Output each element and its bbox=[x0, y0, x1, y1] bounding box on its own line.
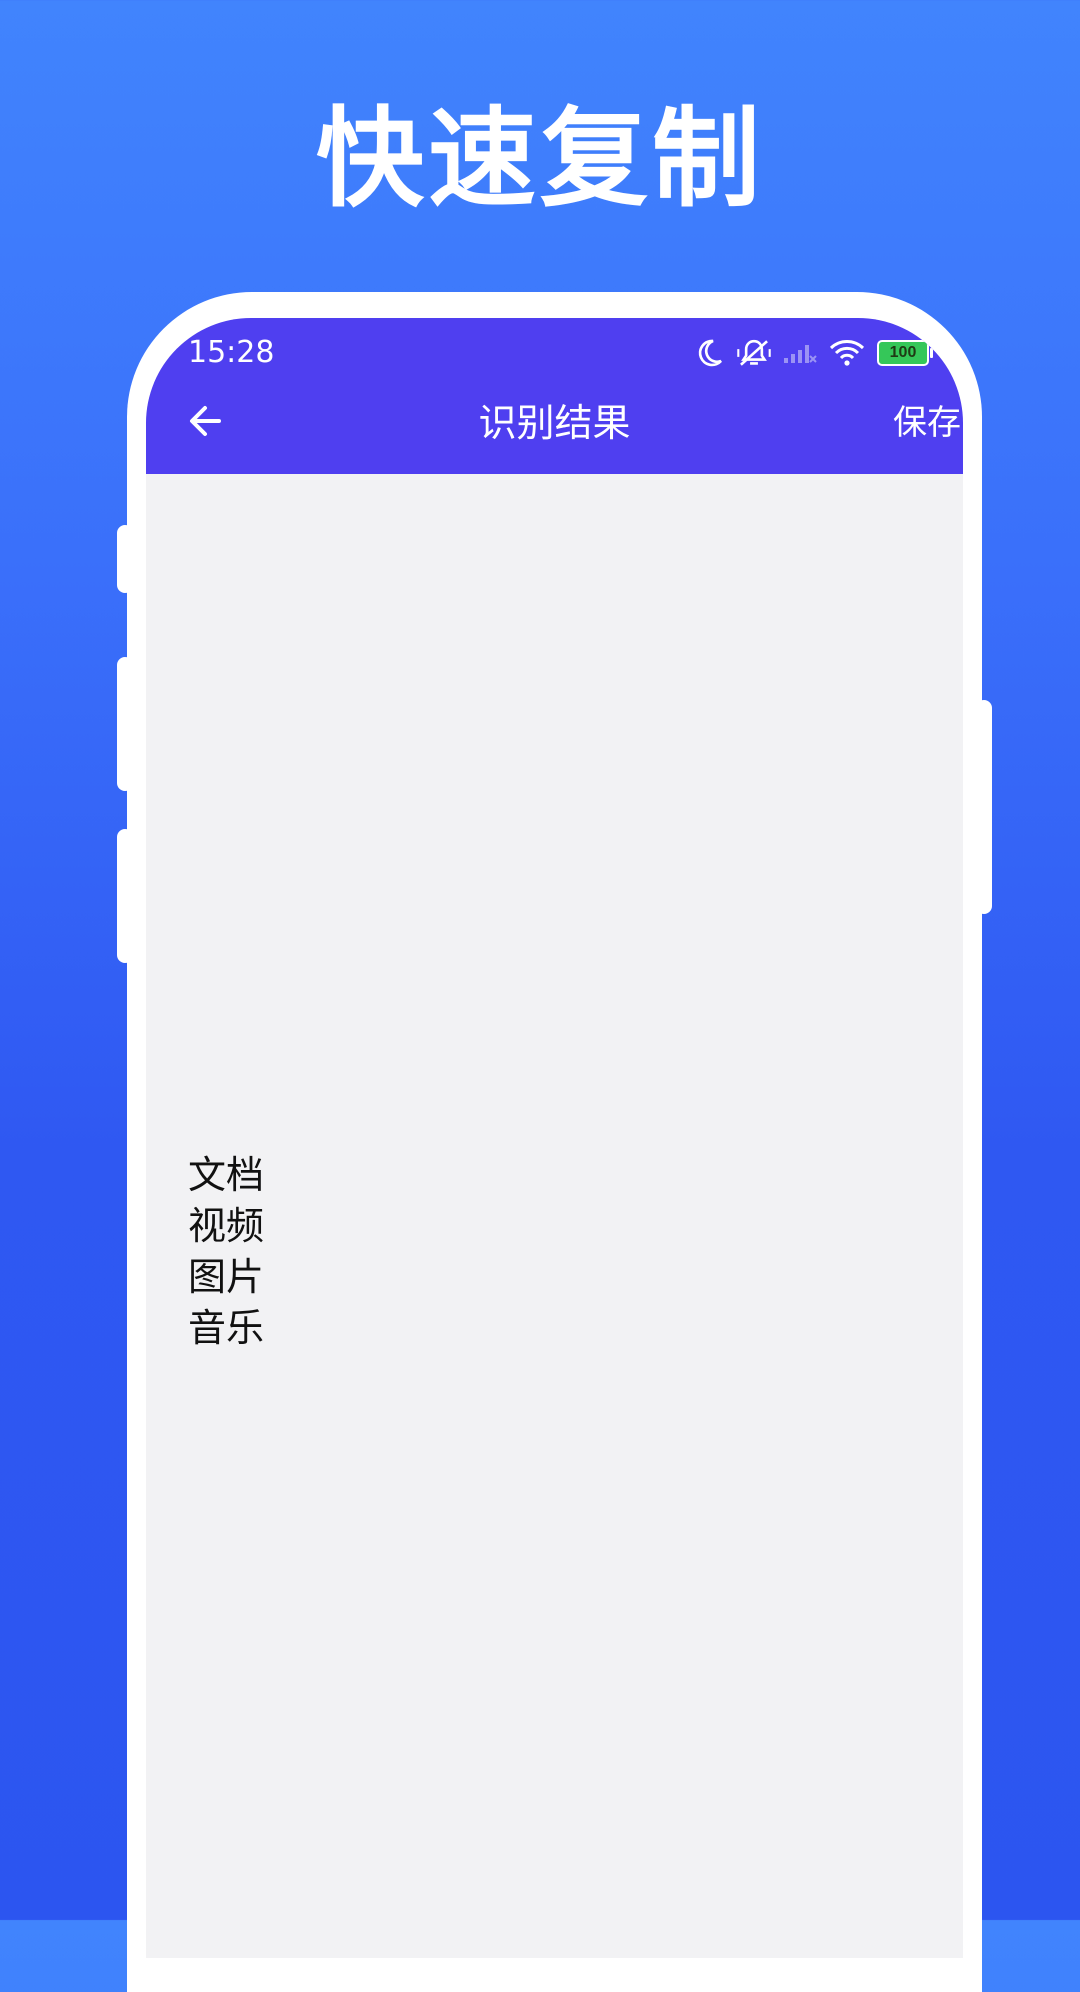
phone-screen: 15:28 100 识别结果 保存 文档 视频 图片 音乐 bbox=[146, 318, 963, 1958]
page-title: 识别结果 bbox=[478, 401, 631, 445]
charging-icon bbox=[941, 340, 955, 366]
result-line: 音乐 bbox=[188, 1306, 265, 1350]
cellular-signal-icon bbox=[783, 341, 817, 365]
recognized-text[interactable]: 文档 视频 图片 音乐 bbox=[188, 1150, 264, 1354]
wifi-icon bbox=[829, 339, 865, 367]
vibrate-off-icon bbox=[737, 337, 771, 369]
status-time: 15:28 bbox=[188, 335, 275, 370]
result-line: 视频 bbox=[188, 1204, 265, 1248]
promo-headline: 快速复制 bbox=[315, 97, 764, 222]
app-bar: 15:28 100 识别结果 保存 bbox=[146, 318, 963, 474]
battery-icon: 100 bbox=[877, 340, 933, 366]
save-button[interactable]: 保存 bbox=[893, 396, 961, 450]
result-line: 文档 bbox=[188, 1153, 265, 1197]
status-icons: 100 bbox=[693, 328, 955, 378]
moon-icon bbox=[693, 337, 725, 369]
result-line: 图片 bbox=[188, 1255, 265, 1299]
